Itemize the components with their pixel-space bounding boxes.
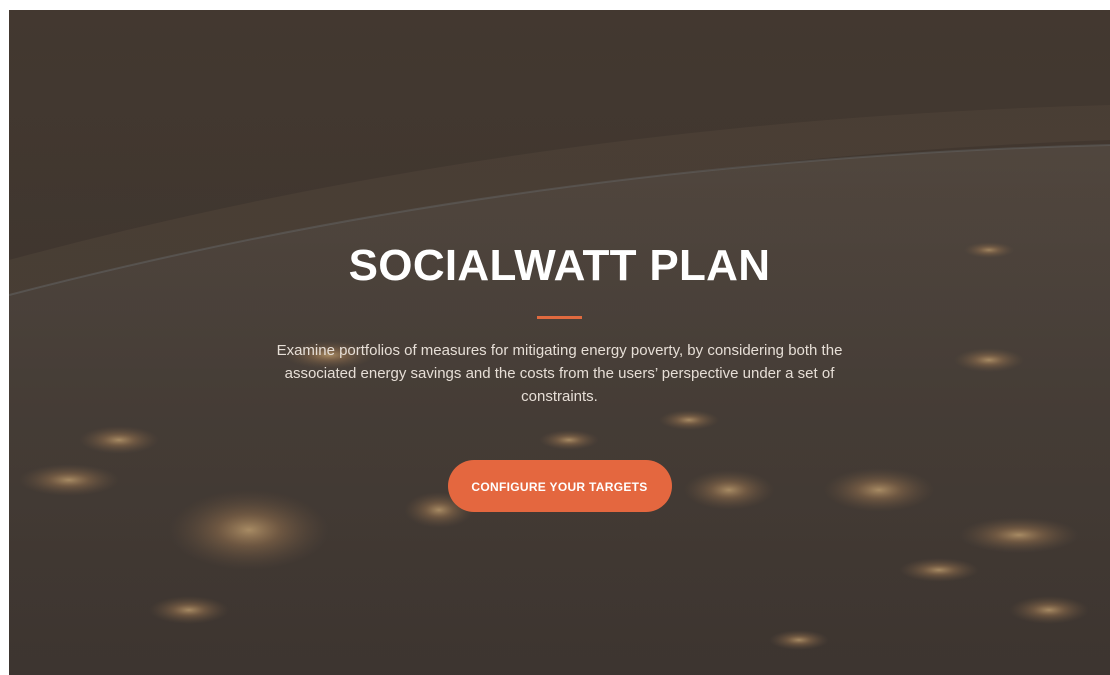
title-divider [537, 316, 582, 319]
configure-targets-button[interactable]: CONFIGURE YOUR TARGETS [447, 460, 672, 512]
hero-section: SOCIALWATT PLAN Examine portfolios of me… [9, 10, 1110, 675]
hero-description: Examine portfolios of measures for mitig… [276, 342, 843, 405]
page-title: SOCIALWATT PLAN [348, 241, 771, 290]
hero-content: SOCIALWATT PLAN Examine portfolios of me… [9, 238, 1110, 512]
